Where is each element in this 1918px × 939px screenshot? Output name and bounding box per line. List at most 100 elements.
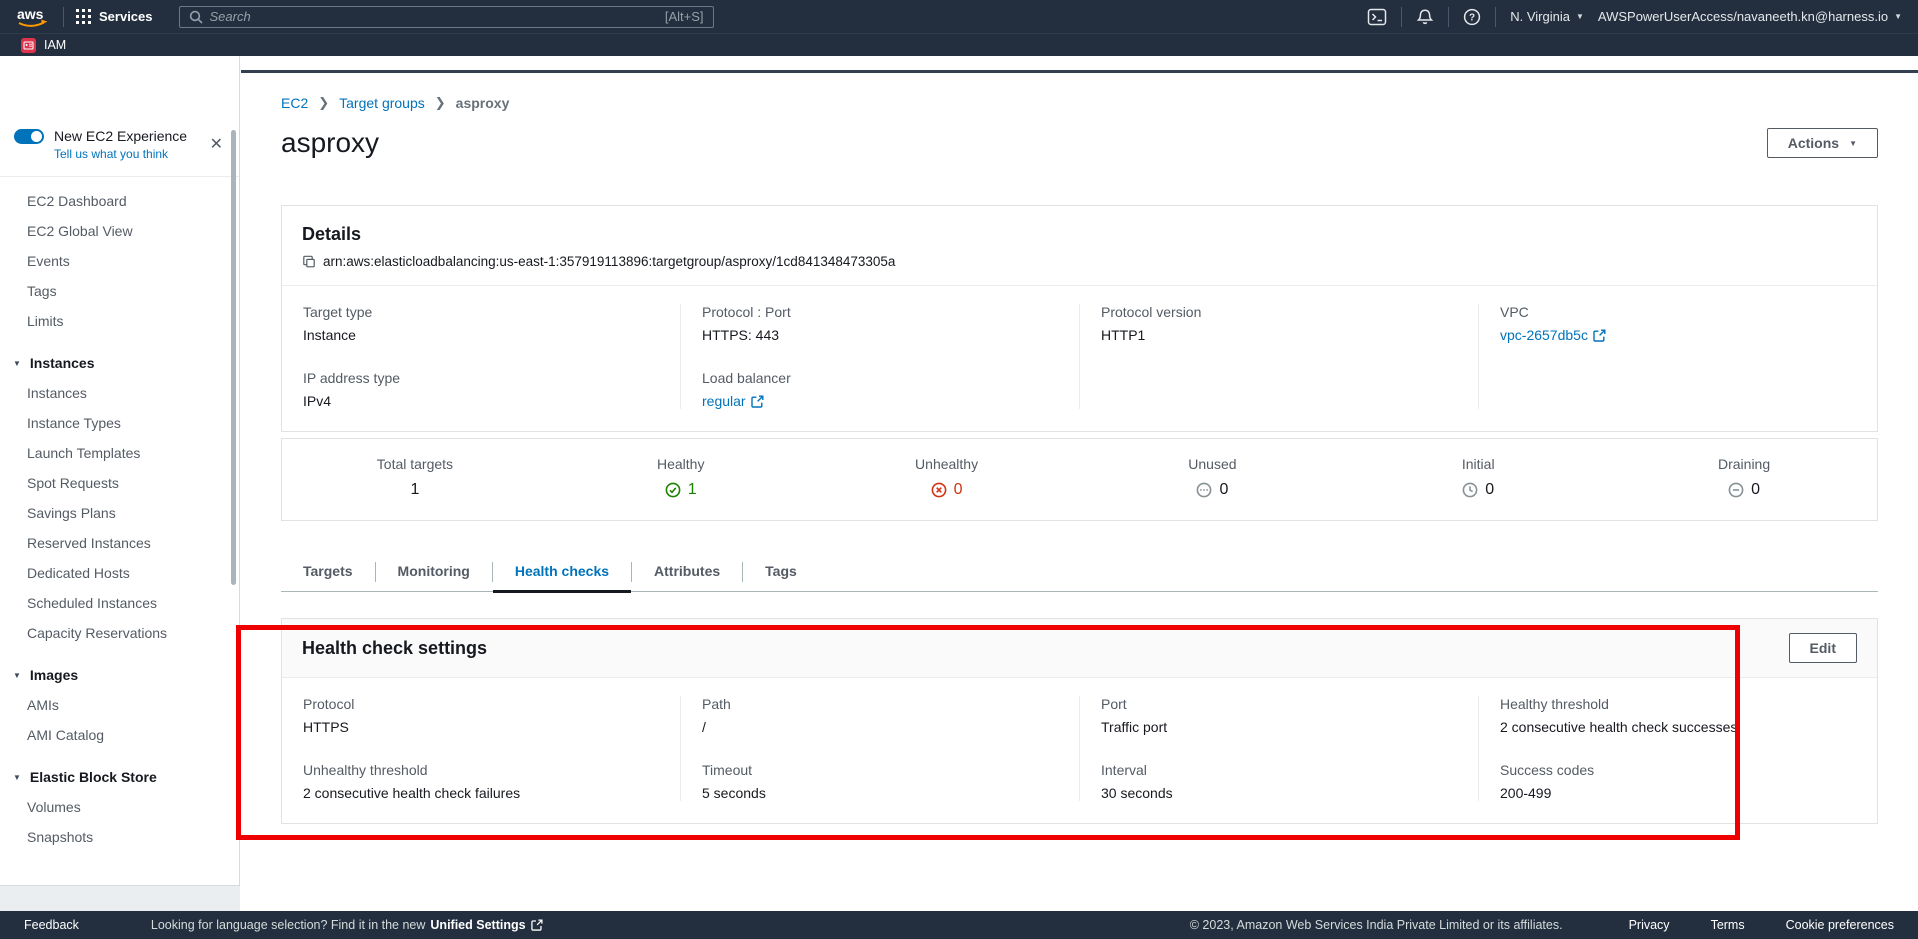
- sidebar-item-reserved-instances[interactable]: Reserved Instances: [0, 528, 239, 558]
- aws-logo[interactable]: aws: [16, 5, 51, 28]
- breadcrumb: EC2 ❯ Target groups ❯ asproxy: [281, 95, 1878, 111]
- summary-label: Unhealthy: [814, 456, 1080, 472]
- sidebar-item-ec2-dashboard[interactable]: EC2 Dashboard: [0, 186, 239, 216]
- tab-monitoring[interactable]: Monitoring: [376, 553, 492, 591]
- sidebar-section-elastic-block-store[interactable]: ▼ Elastic Block Store: [0, 762, 239, 792]
- sidebar-item-snapshots[interactable]: Snapshots: [0, 822, 239, 852]
- load-balancer-link[interactable]: regular: [702, 393, 764, 409]
- sidebar-item-volumes[interactable]: Volumes: [0, 792, 239, 822]
- tab-tags[interactable]: Tags: [743, 553, 819, 591]
- health-check-column: Healthy threshold 2 consecutive health c…: [1478, 696, 1877, 801]
- details-column: Protocol version HTTP1: [1079, 304, 1478, 409]
- health-check-column: Port Traffic port Interval 30 seconds: [1079, 696, 1478, 801]
- summary-label: Initial: [1345, 456, 1611, 472]
- sidebar-item-capacity-reservations[interactable]: Capacity Reservations: [0, 618, 239, 648]
- field-value: HTTP1: [1101, 327, 1457, 343]
- sidebar-section-label: Images: [30, 667, 78, 683]
- notifications-button[interactable]: [1416, 8, 1434, 26]
- summary-total-targets: Total targets 1: [282, 456, 548, 499]
- sidebar-item-ec2-global-view[interactable]: EC2 Global View: [0, 216, 239, 246]
- sidebar-item-tags[interactable]: Tags: [0, 276, 239, 306]
- details-card: Details arn:aws:elasticloadbalancing:us-…: [281, 205, 1878, 432]
- field-value: HTTPS: 443: [702, 327, 1058, 343]
- topbar-divider: [1401, 7, 1402, 27]
- sidebar-item-limits[interactable]: Limits: [0, 306, 239, 336]
- sidebar-item-events[interactable]: Events: [0, 246, 239, 276]
- region-selector[interactable]: N. Virginia ▼: [1510, 9, 1584, 24]
- sidebar-section-label: Elastic Block Store: [30, 769, 157, 785]
- field-value: /: [702, 719, 1058, 735]
- sidebar-section-instances[interactable]: ▼ Instances: [0, 348, 239, 378]
- account-menu[interactable]: AWSPowerUserAccess/navaneeth.kn@harness.…: [1598, 9, 1902, 24]
- external-link-icon: [531, 919, 543, 931]
- sidebar-item-instance-types[interactable]: Instance Types: [0, 408, 239, 438]
- copy-icon[interactable]: [302, 255, 316, 269]
- chevron-down-icon: ▼: [1894, 12, 1902, 21]
- new-experience-box: New EC2 Experience Tell us what you thin…: [0, 128, 239, 177]
- load-balancer-link-label: regular: [702, 393, 746, 409]
- actions-button[interactable]: Actions ▼: [1767, 128, 1878, 158]
- sidebar-item-instances[interactable]: Instances: [0, 378, 239, 408]
- sidebar-item-scheduled-instances[interactable]: Scheduled Instances: [0, 588, 239, 618]
- field-label: Timeout: [702, 762, 1058, 778]
- sidebar-item-dedicated-hosts[interactable]: Dedicated Hosts: [0, 558, 239, 588]
- field-label: IP address type: [303, 370, 659, 386]
- recent-services-bar: IAM: [0, 33, 1918, 56]
- sidebar-item-ami-catalog[interactable]: AMI Catalog: [0, 720, 239, 750]
- field-label: Target type: [303, 304, 659, 320]
- chevron-down-icon: ▼: [1849, 139, 1857, 148]
- summary-healthy: Healthy 1: [548, 456, 814, 499]
- sidebar-item-savings-plans[interactable]: Savings Plans: [0, 498, 239, 528]
- tab-targets[interactable]: Targets: [281, 553, 375, 591]
- health-check-settings-card: Health check settings Edit Protocol HTTP…: [281, 618, 1878, 824]
- aws-console-window: aws Services [Alt+S]: [0, 0, 1918, 939]
- sidebar-section-images[interactable]: ▼ Images: [0, 660, 239, 690]
- summary-unhealthy: Unhealthy 0: [814, 456, 1080, 499]
- tab-health-checks[interactable]: Health checks: [493, 553, 631, 591]
- privacy-link[interactable]: Privacy: [1629, 918, 1670, 932]
- sidebar-scrollbar[interactable]: [231, 130, 236, 585]
- vpc-link[interactable]: vpc-2657db5c: [1500, 327, 1606, 343]
- actions-button-label: Actions: [1788, 135, 1839, 151]
- summary-value: 1: [410, 481, 419, 499]
- edit-button[interactable]: Edit: [1789, 633, 1857, 663]
- global-search-box[interactable]: [Alt+S]: [179, 6, 714, 28]
- topbar-divider: [1448, 7, 1449, 27]
- tab-attributes[interactable]: Attributes: [632, 553, 742, 591]
- console-footer: Feedback Looking for language selection?…: [0, 911, 1918, 939]
- cloudshell-button[interactable]: [1367, 8, 1387, 26]
- field-label: Load balancer: [702, 370, 1058, 386]
- field-value: 200-499: [1500, 785, 1856, 801]
- page-title: asproxy: [281, 127, 379, 159]
- terms-link[interactable]: Terms: [1711, 918, 1745, 932]
- sidebar-section-label: Instances: [30, 355, 95, 371]
- cookie-preferences-link[interactable]: Cookie preferences: [1786, 918, 1894, 932]
- vpc-link-label: vpc-2657db5c: [1500, 327, 1588, 343]
- breadcrumb-link-ec2[interactable]: EC2: [281, 95, 308, 111]
- x-circle-icon: [931, 482, 947, 498]
- new-experience-toggle[interactable]: [14, 129, 44, 144]
- feedback-link[interactable]: Feedback: [24, 918, 79, 932]
- field-label: Path: [702, 696, 1058, 712]
- detail-tabs: Targets Monitoring Health checks Attribu…: [281, 553, 1878, 592]
- svg-text:?: ?: [1469, 12, 1475, 23]
- cloudshell-terminal-icon: [1367, 8, 1387, 26]
- sidebar-item-spot-requests[interactable]: Spot Requests: [0, 468, 239, 498]
- clock-circle-icon: [1462, 482, 1478, 498]
- sidebar-bottom-strip: [0, 885, 240, 911]
- breadcrumb-link-target-groups[interactable]: Target groups: [339, 95, 425, 111]
- sidebar-item-amis[interactable]: AMIs: [0, 690, 239, 720]
- help-button[interactable]: ?: [1463, 8, 1481, 26]
- summary-label: Total targets: [282, 456, 548, 472]
- recent-service-link-iam[interactable]: IAM: [44, 38, 66, 52]
- unified-settings-link[interactable]: Unified Settings: [430, 918, 525, 932]
- details-title: Details: [302, 224, 1857, 245]
- close-icon[interactable]: ✕: [210, 137, 223, 153]
- search-icon: [189, 10, 203, 24]
- chevron-down-icon: ▼: [1576, 12, 1584, 21]
- sidebar-item-launch-templates[interactable]: Launch Templates: [0, 438, 239, 468]
- tell-us-link[interactable]: Tell us what you think: [54, 147, 168, 161]
- triangle-down-icon: ▼: [13, 773, 21, 782]
- services-menu-button[interactable]: Services: [76, 9, 153, 24]
- search-input[interactable]: [210, 9, 658, 24]
